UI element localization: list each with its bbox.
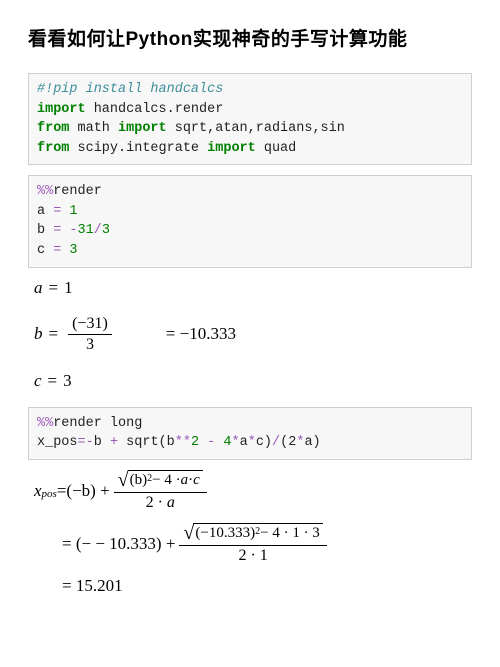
- step-numeric: = (− − 10.333) +: [62, 534, 175, 554]
- var-b: b: [34, 324, 43, 344]
- pip-comment: #!pip install handcalcs: [37, 82, 223, 97]
- var-a: a: [34, 278, 43, 298]
- final-result: = 15.201: [62, 576, 123, 596]
- fraction-numeric: √ (−10.333)2 − 4 · 1 · 3 2 · 1: [179, 523, 326, 566]
- kw-import: import: [37, 102, 86, 117]
- sqrt-icon: √ (−10.333)2 − 4 · 1 · 3: [183, 523, 322, 544]
- code-cell-imports: #!pip install handcalcs import handcalcs…: [28, 73, 472, 165]
- import-module: handcalcs.render: [86, 102, 224, 117]
- math-output-vars: a = 1 b = (−31) 3 = −10.333 c = 3: [34, 278, 468, 391]
- var-c: c: [34, 371, 42, 391]
- fraction-symbolic: √ (b)2 − 4 · a · c 2 · a: [114, 470, 207, 513]
- code-cell-xpos: %%render long x_pos=-b + sqrt(b**2 - 4*a…: [28, 407, 472, 460]
- b-result: = −10.333: [166, 324, 236, 344]
- code-cell-vars: %%render a = 1 b = -31/3 c = 3: [28, 175, 472, 267]
- fraction: (−31) 3: [68, 314, 112, 355]
- var-x: x: [34, 481, 42, 501]
- math-output-xpos: xpos = (−b) + √ (b)2 − 4 · a · c 2 · a =…: [34, 470, 468, 596]
- kw-from: from: [37, 121, 69, 136]
- page-title: 看看如何让Python实现神奇的手写计算功能: [28, 24, 472, 51]
- magic-prefix: %%: [37, 184, 53, 199]
- sqrt-icon: √ (b)2 − 4 · a · c: [118, 470, 203, 491]
